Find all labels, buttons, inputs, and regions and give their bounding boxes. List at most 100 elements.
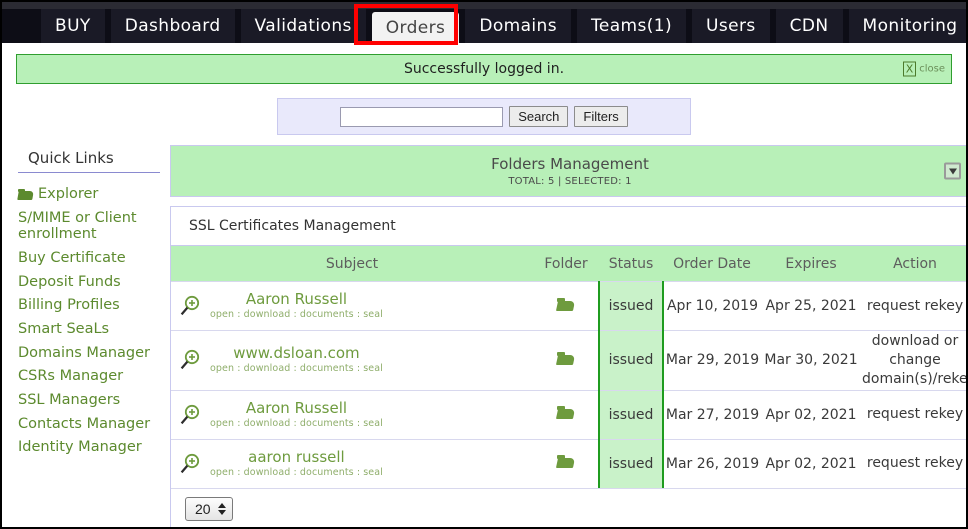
nav-item-label: BUY [55, 16, 91, 36]
certificate-sub-links[interactable]: open : download : documents : seal [210, 467, 383, 478]
sidebar-item-ssl-managers[interactable]: SSL Managers [18, 392, 170, 409]
main-layout: Quick Links Explorer S/MIME or Client en… [2, 145, 966, 529]
nav-item-validations[interactable]: Validations [241, 9, 366, 43]
request-rekey-link[interactable]: request rekey [867, 455, 963, 471]
nav-item-cdn[interactable]: CDN [776, 9, 843, 43]
nav-item-label: Orders [386, 18, 446, 38]
cell-expires: Apr 02, 2021 [761, 390, 861, 439]
quick-links-list: Explorer S/MIME or Client enrollment Buy… [18, 186, 170, 456]
nav-item-dashboard[interactable]: Dashboard [111, 9, 235, 43]
close-icon: X [903, 62, 917, 77]
cell-action: request rekey [861, 282, 968, 331]
sidebar-item-identity-manager[interactable]: Identity Manager [18, 439, 170, 456]
column-header-status[interactable]: Status [599, 246, 663, 282]
request-rekey-link[interactable]: request rekey [867, 406, 963, 422]
cell-action: download or change domain(s)/rekey [861, 331, 968, 391]
ssl-certificates-heading: SSL Certificates Management [171, 207, 968, 246]
main-navigation: BUY Dashboard Validations Orders Domains… [2, 9, 966, 43]
request-rekey-link[interactable]: request rekey [867, 298, 963, 314]
cell-expires: Mar 30, 2021 [761, 331, 861, 391]
sidebar-item-csrs-manager[interactable]: CSRs Manager [18, 368, 170, 385]
per-page-select[interactable]: 20 [185, 497, 233, 521]
sidebar: Quick Links Explorer S/MIME or Client en… [2, 145, 170, 529]
magnifier-plus-icon[interactable] [179, 404, 201, 426]
table-header: Subject Folder Status Order Date Expires… [171, 246, 968, 282]
cell-subject: aaron russell open : download : document… [171, 439, 533, 488]
stepper-arrows-icon [218, 503, 226, 515]
sidebar-item-domains-manager[interactable]: Domains Manager [18, 345, 170, 362]
download-link[interactable]: download or [872, 333, 958, 349]
magnifier-plus-icon[interactable] [179, 295, 201, 317]
certificate-sub-links[interactable]: open : download : documents : seal [210, 418, 383, 429]
cell-folder [533, 439, 599, 488]
sidebar-item-billing-profiles[interactable]: Billing Profiles [18, 297, 170, 314]
search-panel: Search Filters [277, 98, 691, 135]
status-badge: issued [599, 390, 663, 439]
folders-management-title: Folders Management [491, 155, 649, 173]
column-header-action[interactable]: Action [861, 246, 968, 282]
sidebar-item-contacts-manager[interactable]: Contacts Manager [18, 416, 170, 433]
search-input[interactable] [340, 107, 503, 127]
table-footer: 20 [171, 488, 968, 529]
folder-icon[interactable] [557, 352, 574, 365]
sidebar-item-smime-enrollment[interactable]: S/MIME or Client enrollment [18, 210, 170, 243]
sidebar-item-buy-certificate[interactable]: Buy Certificate [18, 250, 170, 267]
column-header-subject[interactable]: Subject [171, 246, 533, 282]
ssl-certificates-panel: SSL Certificates Management Subject Fo [170, 206, 968, 529]
column-header-order-date[interactable]: Order Date [663, 246, 761, 282]
table-body: Aaron Russell open : download : document… [171, 282, 968, 488]
cell-folder [533, 331, 599, 391]
nav-item-teams[interactable]: Teams(1) [577, 9, 686, 43]
column-header-folder[interactable]: Folder [533, 246, 599, 282]
certificate-subject-link[interactable]: Aaron Russell [210, 292, 383, 308]
folder-icon[interactable] [557, 455, 574, 468]
folders-management-panel: Folders Management TOTAL: 5 | SELECTED: … [170, 145, 968, 197]
chevron-down-icon [949, 168, 957, 174]
content-area: Folders Management TOTAL: 5 | SELECTED: … [170, 145, 968, 529]
status-badge: issued [599, 282, 663, 331]
certificate-subject-link[interactable]: www.dsloan.com [210, 346, 383, 362]
nav-item-domains[interactable]: Domains [465, 9, 571, 43]
top-strip [2, 2, 966, 9]
certificate-sub-links[interactable]: open : download : documents : seal [210, 309, 383, 320]
folder-icon[interactable] [557, 298, 574, 311]
cell-action: request rekey [861, 390, 968, 439]
flash-close-button[interactable]: X close [903, 62, 945, 77]
table-header-row: Subject Folder Status Order Date Expires… [171, 246, 968, 282]
sidebar-item-smart-seals[interactable]: Smart SeaLs [18, 321, 170, 338]
nav-item-orders[interactable]: Orders [372, 12, 460, 43]
per-page-value: 20 [195, 501, 211, 517]
magnifier-plus-icon[interactable] [179, 453, 201, 475]
cell-expires: Apr 02, 2021 [761, 439, 861, 488]
flash-message-banner: Successfully logged in. X close [16, 54, 952, 84]
nav-item-label: CDN [790, 16, 829, 36]
cell-action: request rekey [861, 439, 968, 488]
cell-subject: www.dsloan.com open : download : documen… [171, 331, 533, 391]
change-domains-rekey-link[interactable]: change domain(s)/rekey [862, 352, 968, 387]
nav-item-users[interactable]: Users [692, 9, 770, 43]
flash-message-text: Successfully logged in. [404, 61, 564, 77]
column-header-expires[interactable]: Expires [761, 246, 861, 282]
quick-links-title: Quick Links [18, 149, 160, 173]
cell-order-date: Apr 10, 2019 [663, 282, 761, 331]
folders-management-counts: TOTAL: 5 | SELECTED: 1 [508, 176, 631, 187]
search-button[interactable]: Search [509, 106, 568, 127]
folders-panel-expand-button[interactable] [944, 163, 961, 180]
certificate-subject-link[interactable]: Aaron Russell [210, 401, 383, 417]
certificate-subject-link[interactable]: aaron russell [210, 450, 383, 466]
cell-subject: Aaron Russell open : download : document… [171, 282, 533, 331]
certificate-sub-links[interactable]: open : download : documents : seal [210, 363, 383, 374]
cell-order-date: Mar 26, 2019 [663, 439, 761, 488]
cell-order-date: Mar 29, 2019 [663, 331, 761, 391]
filters-button[interactable]: Filters [574, 106, 627, 127]
nav-item-label: Domains [479, 16, 557, 36]
search-area: Search Filters [2, 98, 966, 135]
folder-icon[interactable] [557, 406, 574, 419]
sidebar-item-deposit-funds[interactable]: Deposit Funds [18, 274, 170, 291]
nav-item-label: Teams(1) [591, 16, 672, 36]
magnifier-plus-icon[interactable] [179, 349, 201, 371]
nav-item-monitoring[interactable]: Monitoring [849, 9, 968, 43]
sidebar-item-explorer[interactable]: Explorer [18, 186, 170, 203]
table-row: aaron russell open : download : document… [171, 439, 968, 488]
nav-item-buy[interactable]: BUY [41, 9, 105, 43]
